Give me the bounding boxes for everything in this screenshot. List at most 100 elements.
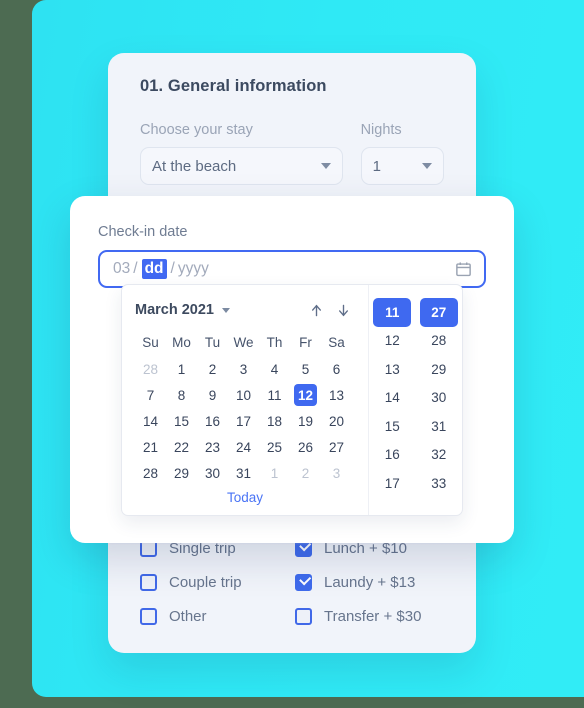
calendar-day[interactable]: 13	[321, 382, 352, 408]
stay-select-value: At the beach	[152, 157, 237, 175]
calendar-day[interactable]: 24	[228, 434, 259, 460]
stay-fields-row: Choose your stay At the beach Nights 1	[140, 122, 444, 185]
calendar-weeks: 28 1 2 3 4 5 6 7 8 9 10 11 12 13 14 15 16 17 18 19 20 21 22 23 2…	[135, 356, 356, 486]
hour-option[interactable]: 13	[373, 355, 411, 384]
chevron-down-icon[interactable]	[222, 307, 230, 313]
time-picker-section: 11 12 13 14 15 16 17 27 28 29 30 31 32 33	[368, 285, 462, 515]
minute-option-selected[interactable]: 27	[419, 298, 458, 327]
hour-option[interactable]: 16	[373, 441, 411, 470]
nights-select[interactable]: 1	[360, 147, 444, 185]
page-title: 01. General information	[140, 77, 327, 95]
screenshot-root: 01. General information Choose your stay…	[0, 0, 584, 708]
calendar-week-row: 28 29 30 31 1 2 3	[135, 460, 356, 486]
minute-option[interactable]: 29	[420, 355, 458, 384]
minute-option[interactable]: 28	[420, 327, 458, 356]
calendar-day[interactable]: 27	[321, 434, 352, 460]
checkbox-row-laundry[interactable]: Laundy + $13	[295, 565, 450, 599]
minute-option[interactable]: 31	[420, 412, 458, 441]
checkbox-row-other[interactable]: Other	[140, 599, 295, 633]
field-choose-your-stay: Choose your stay At the beach	[140, 122, 343, 185]
checkbox-row-couple-trip[interactable]: Couple trip	[140, 565, 295, 599]
calendar-day[interactable]: 9	[197, 382, 228, 408]
weekday-header: Sa	[328, 335, 345, 350]
calendar-day[interactable]: 2	[197, 356, 228, 382]
calendar-day[interactable]: 2	[290, 460, 321, 486]
calendar-month-year[interactable]: March 2021	[135, 302, 214, 318]
date-segment-month[interactable]: 03	[113, 260, 130, 278]
calendar-icon[interactable]	[455, 261, 472, 278]
weekday-header: Th	[266, 335, 283, 350]
hour-option[interactable]: 17	[373, 469, 411, 498]
calendar-day[interactable]: 6	[321, 356, 352, 382]
weekday-header: Su	[142, 335, 159, 350]
calendar-day[interactable]: 20	[321, 408, 352, 434]
hour-option[interactable]: 14	[373, 384, 411, 413]
calendar-day[interactable]: 23	[197, 434, 228, 460]
calendar-day-selected[interactable]: 12	[290, 382, 321, 408]
date-separator-2: /	[170, 260, 175, 277]
minutes-column[interactable]: 27 28 29 30 31 32 33	[416, 298, 463, 515]
calendar-day[interactable]: 8	[166, 382, 197, 408]
date-segment-day[interactable]: dd	[141, 259, 167, 279]
today-link[interactable]: Today	[122, 490, 368, 505]
calendar-day[interactable]: 28	[135, 356, 166, 382]
checkbox-label-transfer: Transfer + $30	[324, 607, 422, 625]
calendar-day[interactable]: 1	[259, 460, 290, 486]
checkbox-transfer[interactable]	[295, 607, 312, 625]
checkbox-column-trip-type: Single trip Couple trip Other	[140, 531, 295, 633]
checkbox-other[interactable]	[140, 607, 157, 625]
checkbox-label-other: Other	[169, 607, 207, 625]
weekday-header: We	[233, 335, 254, 350]
weekday-header: Mo	[172, 335, 191, 350]
hour-option[interactable]: 15	[373, 412, 411, 441]
nights-select-value: 1	[372, 157, 381, 175]
calendar-week-row: 28 1 2 3 4 5 6	[135, 356, 356, 382]
calendar-day[interactable]: 25	[259, 434, 290, 460]
calendar-day[interactable]: 5	[290, 356, 321, 382]
calendar-day[interactable]: 17	[228, 408, 259, 434]
calendar-day[interactable]: 21	[135, 434, 166, 460]
calendar-day[interactable]: 4	[259, 356, 290, 382]
minute-option[interactable]: 30	[420, 384, 458, 413]
calendar-day[interactable]: 3	[321, 460, 352, 486]
date-separator-1: /	[133, 260, 138, 277]
minute-option[interactable]: 33	[420, 469, 458, 498]
date-segment-year[interactable]: yyyy	[178, 260, 209, 278]
hours-column[interactable]: 11 12 13 14 15 16 17	[369, 298, 416, 515]
calendar-week-row: 14 15 16 17 18 19 20	[135, 408, 356, 434]
arrow-up-icon[interactable]	[308, 302, 325, 319]
checkbox-couple-trip[interactable]	[140, 573, 157, 591]
minute-option[interactable]: 32	[420, 441, 458, 470]
calendar-day[interactable]: 30	[197, 460, 228, 486]
calendar-day[interactable]: 16	[197, 408, 228, 434]
arrow-down-icon[interactable]	[335, 302, 352, 319]
field-label-stay: Choose your stay	[140, 122, 253, 138]
calendar-day[interactable]: 18	[259, 408, 290, 434]
calendar-popup: March 2021 Su Mo Tu We Th Fr Sa 28 1 2 3…	[121, 284, 463, 516]
field-nights: Nights 1	[360, 122, 444, 185]
calendar-day[interactable]: 28	[135, 460, 166, 486]
calendar-grid-section: March 2021 Su Mo Tu We Th Fr Sa 28 1 2 3…	[122, 285, 368, 515]
weekday-header: Tu	[204, 335, 221, 350]
calendar-day[interactable]: 19	[290, 408, 321, 434]
calendar-day[interactable]: 15	[166, 408, 197, 434]
calendar-day[interactable]: 10	[228, 382, 259, 408]
calendar-day[interactable]: 7	[135, 382, 166, 408]
calendar-day[interactable]: 26	[290, 434, 321, 460]
calendar-day[interactable]: 1	[166, 356, 197, 382]
calendar-week-row: 21 22 23 24 25 26 27	[135, 434, 356, 460]
checkin-date-input[interactable]: 03 / dd / yyyy	[98, 250, 486, 288]
chevron-down-icon	[320, 163, 331, 169]
stay-select[interactable]: At the beach	[140, 147, 343, 185]
checkin-date-modal: Check-in date 03 / dd / yyyy March 2021 …	[70, 196, 514, 543]
checkbox-laundry[interactable]	[295, 573, 312, 591]
calendar-day[interactable]: 11	[259, 382, 290, 408]
calendar-day[interactable]: 3	[228, 356, 259, 382]
calendar-day[interactable]: 14	[135, 408, 166, 434]
hour-option[interactable]: 12	[373, 327, 411, 356]
calendar-day[interactable]: 22	[166, 434, 197, 460]
calendar-day[interactable]: 31	[228, 460, 259, 486]
hour-option-selected[interactable]: 11	[373, 298, 412, 327]
calendar-day[interactable]: 29	[166, 460, 197, 486]
checkbox-row-transfer[interactable]: Transfer + $30	[295, 599, 450, 633]
